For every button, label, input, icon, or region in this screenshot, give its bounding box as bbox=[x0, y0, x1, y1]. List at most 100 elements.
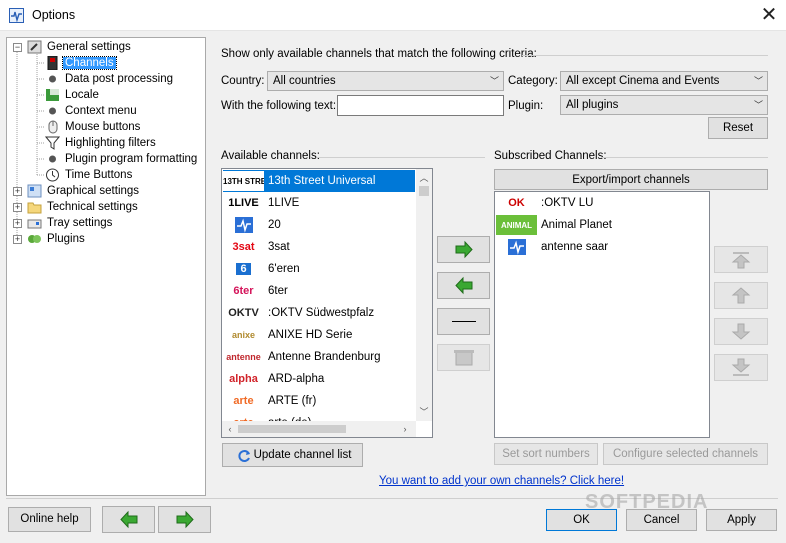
vertical-scrollbar[interactable]: ︿ ﹀ bbox=[416, 169, 432, 421]
channel-logo: OKTV bbox=[223, 303, 264, 323]
gear-icon bbox=[45, 72, 60, 86]
set-sort-numbers-button[interactable]: Set sort numbers bbox=[494, 443, 598, 465]
list-item[interactable]: OK:OKTV LU bbox=[496, 192, 708, 214]
channel-logo: 6 bbox=[223, 259, 264, 279]
text-filter-label: With the following text: bbox=[221, 100, 337, 112]
plugins-icon bbox=[27, 232, 42, 246]
online-help-button[interactable]: Online help bbox=[8, 507, 91, 532]
title-bar bbox=[0, 0, 786, 31]
arrow-right-icon bbox=[455, 240, 473, 259]
category-value: All except Cinema and Events bbox=[566, 75, 720, 87]
plugin-select[interactable]: All plugins ﹀ bbox=[560, 95, 768, 115]
collapse-icon[interactable]: − bbox=[13, 43, 22, 52]
arrow-bottom-icon bbox=[731, 358, 751, 376]
list-item[interactable]: antenne Antenne Brandenburg bbox=[223, 346, 415, 368]
add-channel-button[interactable] bbox=[437, 236, 490, 263]
mouse-icon bbox=[45, 120, 60, 134]
plugin-label: Plugin: bbox=[508, 100, 544, 112]
tree-item-locale[interactable]: Locale bbox=[63, 87, 101, 103]
list-item[interactable]: antenne saar bbox=[496, 236, 708, 258]
scroll-down-icon[interactable]: ﹀ bbox=[416, 405, 432, 418]
forward-button[interactable] bbox=[158, 506, 211, 533]
expand-icon[interactable]: + bbox=[13, 203, 22, 212]
close-icon[interactable]: ✕ bbox=[752, 2, 786, 28]
list-item[interactable]: 1LIVE 1LIVE bbox=[223, 192, 415, 214]
channel-logo: arte bbox=[223, 413, 264, 421]
list-item[interactable]: OKTV:OKTV Südwestpfalz bbox=[223, 302, 415, 324]
arrow-left-icon bbox=[455, 276, 473, 295]
channel-logo: 6ter bbox=[223, 281, 264, 301]
delete-button[interactable] bbox=[437, 344, 490, 371]
list-item[interactable]: 20 bbox=[223, 214, 415, 236]
tree-item-technical-settings[interactable]: Technical settings bbox=[45, 199, 140, 215]
move-to-top-button[interactable] bbox=[714, 246, 768, 273]
horizontal-scrollbar[interactable]: ‹ › bbox=[222, 421, 416, 437]
channel-logo: antenne bbox=[223, 347, 264, 367]
move-up-button[interactable] bbox=[714, 282, 768, 309]
list-item[interactable]: 6 6'eren bbox=[223, 258, 415, 280]
tree-item-channels[interactable]: Channels bbox=[62, 55, 117, 71]
move-to-bottom-button[interactable] bbox=[714, 354, 768, 381]
list-item[interactable]: alpha ARD-alpha bbox=[223, 368, 415, 390]
clock-icon bbox=[45, 168, 60, 182]
arrow-left-icon bbox=[120, 510, 138, 529]
window-title: Options bbox=[32, 8, 76, 22]
available-viewport: 13TH STREET13th Street Universal 1LIVE1L… bbox=[222, 169, 416, 421]
palette-icon bbox=[27, 184, 42, 198]
country-select[interactable]: All countries ﹀ bbox=[267, 71, 504, 91]
filter-divider bbox=[522, 55, 768, 56]
expand-icon[interactable]: + bbox=[13, 187, 22, 196]
tree-item-context-menu[interactable]: Context menu bbox=[63, 103, 139, 119]
list-item[interactable]: artearte (de) bbox=[223, 412, 415, 421]
export-import-button[interactable]: Export/import channels bbox=[494, 169, 768, 190]
list-item[interactable]: 3sat 3sat bbox=[223, 236, 415, 258]
tree-item-tray-settings[interactable]: Tray settings bbox=[45, 215, 114, 231]
tree-item-time-buttons[interactable]: Time Buttons bbox=[63, 167, 134, 183]
settings-tree[interactable]: − General settings Channels Data post pr… bbox=[6, 37, 206, 496]
scroll-left-icon[interactable]: ‹ bbox=[225, 424, 235, 434]
watermark: SOFTPEDIA bbox=[585, 491, 709, 513]
channel-logo: 1LIVE bbox=[223, 193, 264, 213]
channel-logo bbox=[496, 237, 537, 257]
channel-logo bbox=[223, 215, 264, 235]
text-filter-input[interactable] bbox=[337, 95, 504, 116]
subscribed-channels-list[interactable]: OK:OKTV LU ANIMAL Animal Planet antenne s… bbox=[494, 191, 710, 438]
gear-icon bbox=[45, 152, 60, 166]
tree-item-data-post-processing[interactable]: Data post processing bbox=[63, 71, 175, 87]
configure-selected-channels-button[interactable]: Configure selected channels bbox=[603, 443, 768, 465]
expand-icon[interactable]: + bbox=[13, 219, 22, 228]
list-item[interactable]: anixe ANIXE HD Serie bbox=[223, 324, 415, 346]
category-select[interactable]: All except Cinema and Events ﹀ bbox=[560, 71, 768, 91]
list-item[interactable]: 13TH STREET13th Street Universal bbox=[223, 170, 415, 192]
chevron-down-icon: ﹀ bbox=[489, 76, 499, 86]
scroll-right-icon[interactable]: › bbox=[400, 424, 410, 434]
subscribed-heading: Subscribed Channels: bbox=[494, 150, 607, 162]
expand-icon[interactable]: + bbox=[13, 235, 22, 244]
apply-button[interactable]: Apply bbox=[706, 509, 777, 531]
reset-button[interactable]: Reset bbox=[708, 117, 768, 139]
arrow-down-icon bbox=[731, 323, 751, 340]
scroll-up-icon[interactable]: ︿ bbox=[416, 171, 432, 184]
available-channels-list[interactable]: 13TH STREET13th Street Universal 1LIVE1L… bbox=[221, 168, 433, 438]
move-down-button[interactable] bbox=[714, 318, 768, 345]
tree-item-general-settings[interactable]: General settings bbox=[45, 39, 133, 55]
list-item[interactable]: ANIMAL Animal Planet bbox=[496, 214, 708, 236]
tree-item-mouse-buttons[interactable]: Mouse buttons bbox=[63, 119, 142, 135]
update-channel-list-button[interactable]: Update channel list bbox=[222, 443, 363, 467]
chevron-down-icon: ﹀ bbox=[753, 100, 763, 110]
scroll-thumb[interactable] bbox=[419, 186, 429, 196]
tree-item-plugins[interactable]: Plugins bbox=[45, 231, 87, 247]
available-divider bbox=[317, 157, 485, 158]
tree-item-graphical-settings[interactable]: Graphical settings bbox=[45, 183, 141, 199]
separator-button[interactable] bbox=[437, 308, 490, 335]
filter-heading: Show only available channels that match … bbox=[221, 48, 537, 60]
tree-item-highlighting-filters[interactable]: Highlighting filters bbox=[63, 135, 158, 151]
list-item[interactable]: arte ARTE (fr) bbox=[223, 390, 415, 412]
add-own-channels-link[interactable]: You want to add your own channels? Click… bbox=[379, 475, 624, 487]
tree-item-plugin-program-formatting[interactable]: Plugin program formatting bbox=[63, 151, 199, 167]
list-item[interactable]: 6ter 6ter bbox=[223, 280, 415, 302]
remove-channel-button[interactable] bbox=[437, 272, 490, 299]
scroll-thumb[interactable] bbox=[238, 425, 346, 433]
back-button[interactable] bbox=[102, 506, 155, 533]
channel-logo: alpha bbox=[223, 369, 264, 389]
